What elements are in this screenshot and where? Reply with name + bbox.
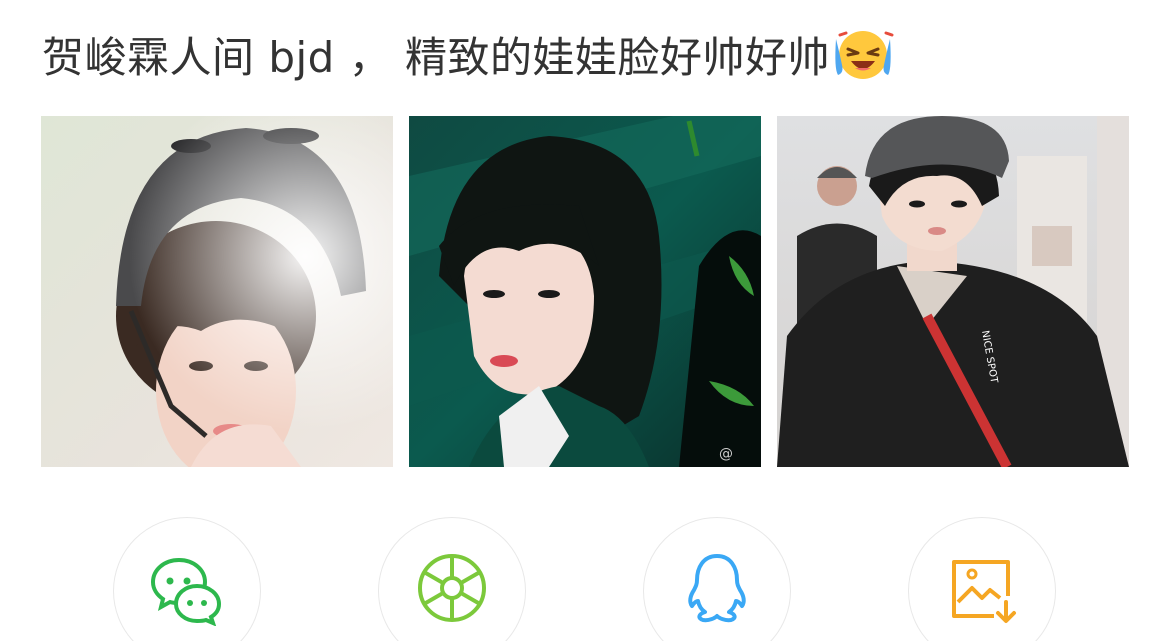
- share-moments-button[interactable]: [378, 517, 526, 641]
- share-options: [0, 517, 1170, 641]
- crying-laughing-emoji-icon: [832, 25, 894, 83]
- share-qq-button[interactable]: [643, 517, 791, 641]
- photo-green-background-portrait[interactable]: @: [409, 116, 761, 467]
- photo-helmet-portrait[interactable]: [41, 116, 393, 467]
- save-image-icon: [952, 560, 1016, 623]
- share-screen: 贺峻霖人间 bjd ， 精致的娃娃脸好帅好帅 @ NICE SPOT: [0, 0, 1170, 641]
- share-wechat-button[interactable]: [113, 517, 261, 641]
- post-caption: 贺峻霖人间 bjd ， 精致的娃娃脸好帅好帅: [42, 22, 894, 86]
- wechat-icon: [150, 557, 222, 626]
- qq-penguin-icon: [688, 554, 746, 623]
- save-image-button[interactable]: [908, 517, 1056, 641]
- photo-airport-portrait[interactable]: NICE SPOT: [777, 116, 1129, 467]
- svg-text:@: @: [719, 446, 733, 462]
- post-caption-text: 贺峻霖人间 bjd ， 精致的娃娃脸好帅好帅: [42, 32, 831, 82]
- photo-grid: @ NICE SPOT: [41, 116, 1129, 467]
- moments-shutter-icon: [418, 554, 486, 622]
